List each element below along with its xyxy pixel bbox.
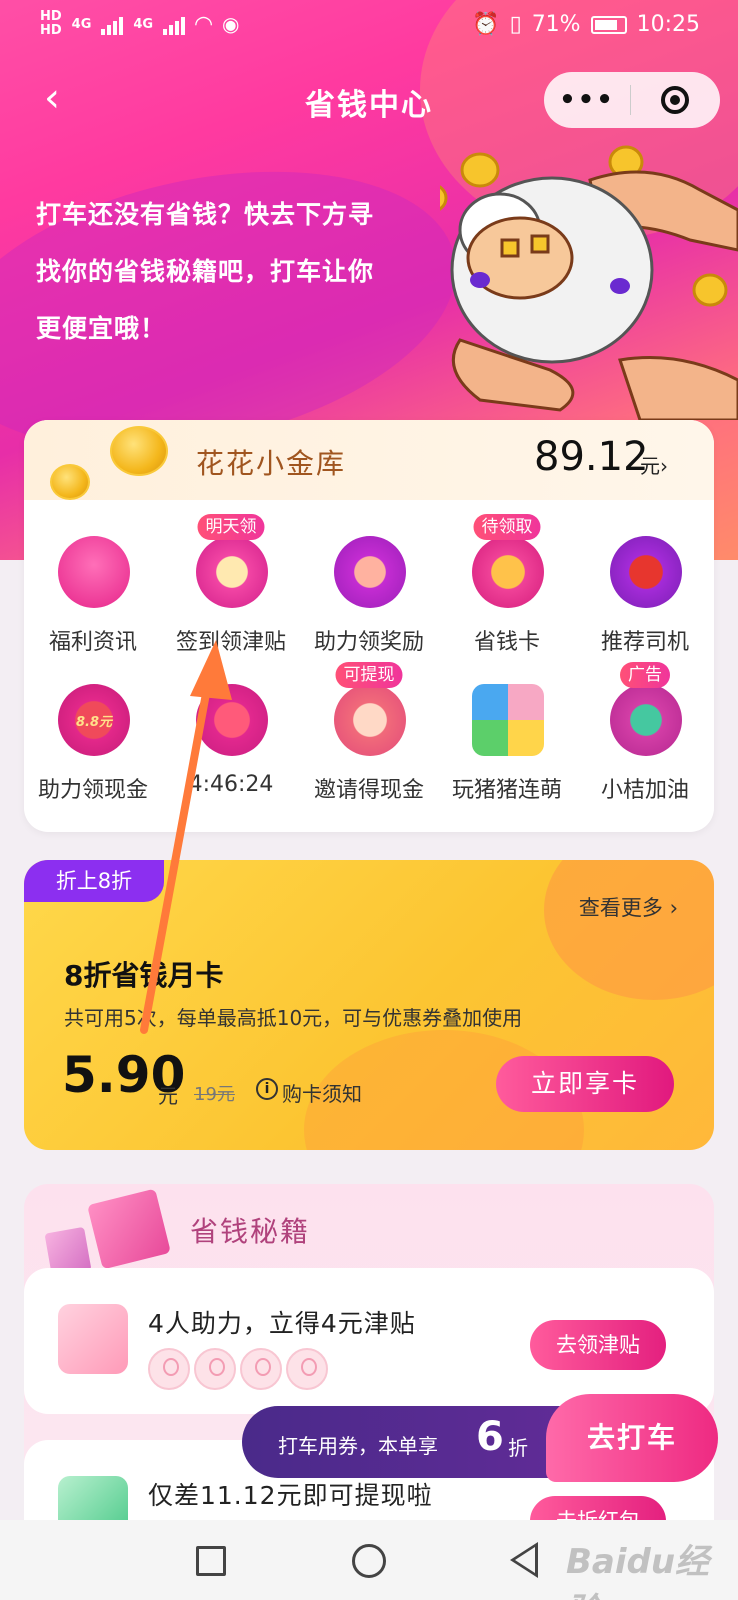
navbar: ‹ 省钱中心 ••• [0, 64, 738, 134]
grid-item-savings-card[interactable]: 待领取 省钱卡 [438, 500, 576, 655]
invite-money-icon [334, 684, 406, 756]
battery-icon [590, 15, 627, 34]
miniapp-capsule: ••• [544, 72, 720, 128]
red-packet-icon [196, 684, 268, 756]
vault-unit: 元› [640, 454, 668, 478]
clock: 10:25 [636, 12, 700, 37]
gold-coin-icon [110, 426, 168, 476]
card-decoration [544, 860, 714, 1000]
intro-line: 更便宜哦！ [36, 314, 167, 343]
monthly-savings-card: 折上8折 查看更多 › 8折省钱月卡 共可用5次，每单最高抵10元，可与优惠券叠… [24, 860, 714, 1150]
pig-game-icon [472, 684, 544, 756]
grid-item-fuel[interactable]: 广告 小桔加油 [576, 648, 714, 803]
network-type: 4G [71, 16, 92, 32]
discount-unit: 折 [508, 1436, 528, 1460]
signal-group: HD HD 4G 4G ◠ ◉ [40, 10, 239, 38]
grid-item-label: 玩猪猪连萌 [451, 778, 562, 803]
go-ride-button[interactable]: 去打车 [546, 1394, 718, 1482]
grid-item-countdown[interactable]: 4:46:24 [162, 648, 300, 797]
grid-item-invite-cash[interactable]: 可提现 邀请得现金 [300, 648, 438, 803]
grid-item-label: 邀请得现金 [313, 778, 424, 803]
close-target-icon[interactable] [631, 86, 719, 114]
purchase-notice-link[interactable]: 购卡须知 [282, 1078, 362, 1107]
buy-card-button[interactable]: 立即享卡 [496, 1056, 674, 1112]
avatar-placeholder [286, 1348, 328, 1390]
grid-item-assist-cash[interactable]: 8.8元 助力领现金 [24, 648, 162, 803]
back-triangle-icon[interactable] [510, 1542, 538, 1578]
grid-item-checkin[interactable]: 明天领 签到领津贴 [162, 500, 300, 655]
badge-ad: 广告 [620, 662, 670, 688]
network-type: 4G [133, 16, 154, 32]
gold-vault-card: 花花小金库 89.12 元› 福利资讯 明天领 签到领津贴 助力领奖励 待领取 … [24, 420, 714, 832]
card-icon [472, 536, 544, 608]
alarm-icon: ⏰ [472, 12, 500, 37]
status-right: ⏰ ▯ 71% 10:25 [472, 12, 700, 37]
claim-allowance-button[interactable]: 去领津贴 [530, 1320, 666, 1370]
status-bar: HD HD 4G 4G ◠ ◉ ⏰ ▯ 71% 10:25 [0, 0, 738, 56]
grid-item-label: 助力领现金 [37, 778, 148, 803]
grid-item-pig-game[interactable]: 玩猪猪连萌 [438, 648, 576, 803]
gift-icon [58, 536, 130, 608]
ride-coupon-bar: 打车用券，本单享 6 折 去打车 [242, 1394, 718, 1482]
info-icon[interactable]: i [256, 1078, 278, 1100]
hd-label: HD [40, 9, 62, 24]
vault-amount: 89.12 [534, 434, 649, 480]
avatar-placeholder [148, 1348, 190, 1390]
recent-apps-icon[interactable] [196, 1546, 226, 1576]
discount-tag: 折上8折 [24, 860, 164, 902]
cash-envelope-icon: 8.8元 [58, 684, 130, 756]
signal-icon [101, 13, 124, 35]
badge-tomorrow: 明天领 [197, 514, 265, 540]
badge-withdrawable: 可提现 [335, 662, 403, 688]
card-description: 共可用5次，每单最高抵10元，可与优惠券叠加使用 [64, 1006, 523, 1030]
hero-intro: 打车还没有省钱？快去下方寻 找你的省钱秘籍吧，打车让你 更便宜哦！ [36, 186, 396, 357]
calendar-icon [196, 536, 268, 608]
watermark: Baidu经验 [566, 1542, 710, 1600]
vibrate-icon: ▯ [509, 12, 522, 37]
avatar-placeholder [240, 1348, 282, 1390]
fuel-pump-icon [610, 684, 682, 756]
price-unit: 元 [158, 1084, 178, 1108]
task-card: 4人助力，立得4元津贴 去领津贴 [24, 1268, 714, 1414]
eye-icon: ◉ [222, 12, 240, 36]
envelope-amount: 8.8元 [75, 714, 113, 730]
avatar-placeholder [194, 1348, 236, 1390]
hd-icon: HD HD [40, 10, 62, 38]
gift-box-icon [58, 1304, 128, 1374]
helper-avatars [148, 1348, 328, 1390]
grid-item-label: 小桔加油 [600, 778, 689, 803]
intro-line: 找你的省钱秘籍吧，打车让你 [36, 257, 375, 286]
task-text: 仅差11.12元即可提现啦 [148, 1481, 433, 1510]
vault-title: 花花小金库 [196, 447, 347, 480]
section-title: 省钱秘籍 [190, 1215, 311, 1248]
coupon-text: 打车用券，本单享 [278, 1434, 438, 1458]
vault-header[interactable]: 花花小金库 89.12 元› [24, 420, 714, 500]
red-envelope-icon [610, 536, 682, 608]
home-icon[interactable] [352, 1544, 386, 1578]
task-text: 4人助力，立得4元津贴 [148, 1309, 416, 1338]
original-price: 19元 [194, 1084, 235, 1105]
sheep-mascot-illustration [440, 145, 738, 420]
wifi-icon: ◠ [195, 11, 213, 37]
battery-percent: 71% [531, 12, 581, 37]
handshake-icon [334, 536, 406, 608]
signal-icon [163, 13, 186, 35]
grid-item-assist-reward[interactable]: 助力领奖励 [300, 500, 438, 655]
badge-to-claim: 待领取 [473, 514, 541, 540]
grid-item-recommend-driver[interactable]: 推荐司机 [576, 500, 714, 655]
card-title: 8折省钱月卡 [64, 959, 224, 992]
view-more-link[interactable]: 查看更多 › [579, 892, 678, 922]
more-dots-icon[interactable]: ••• [544, 85, 630, 115]
book-icon [87, 1188, 171, 1270]
countdown-timer: 4:46:24 [188, 772, 274, 797]
hd-label: HD [40, 23, 62, 38]
discount-number: 6 [476, 1414, 504, 1460]
intro-line: 打车还没有省钱？快去下方寻 [36, 200, 375, 229]
grid-item-welfare-news[interactable]: 福利资讯 [24, 500, 162, 655]
gold-coin-icon [50, 464, 90, 500]
